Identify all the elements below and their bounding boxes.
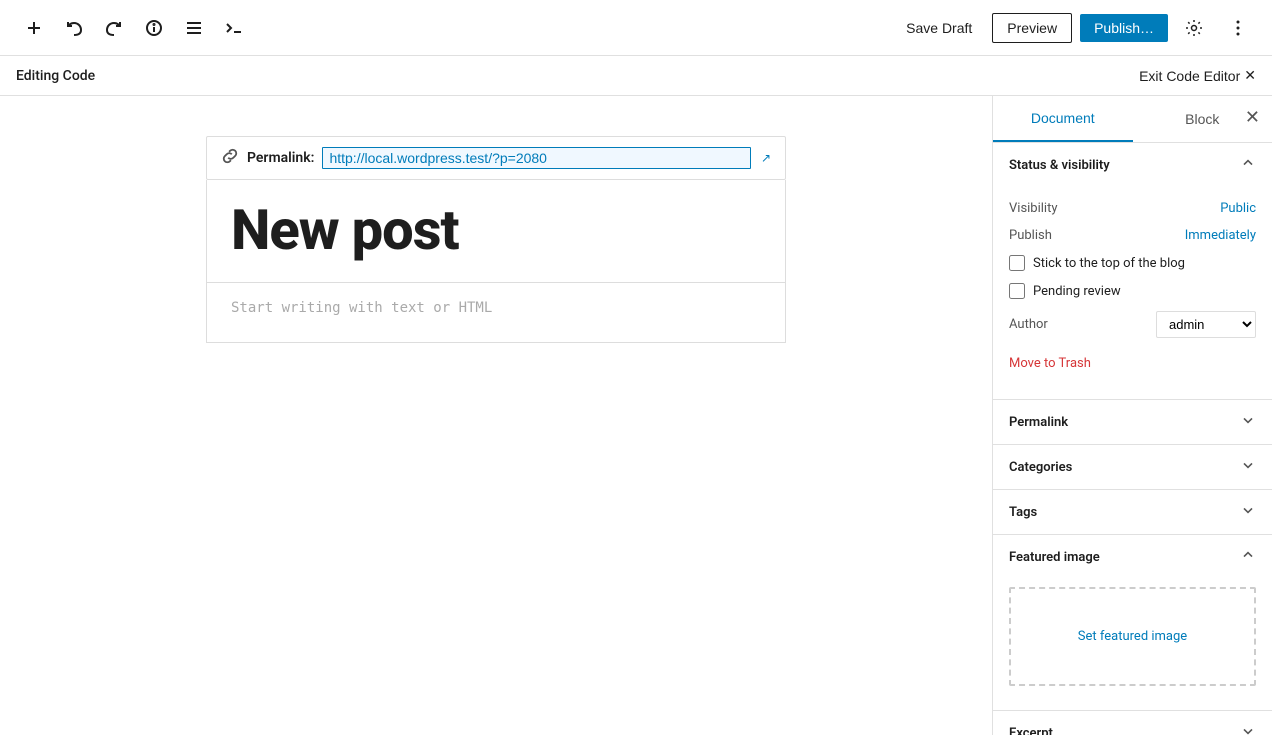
content-placeholder: Start writing with text or HTML: [231, 300, 492, 316]
set-featured-image-button[interactable]: Set featured image: [1009, 587, 1256, 686]
exit-code-label: Exit Code Editor: [1139, 68, 1240, 84]
status-visibility-header[interactable]: Status & visibility: [993, 143, 1272, 187]
status-visibility-title: Status & visibility: [1009, 158, 1110, 173]
more-options-button[interactable]: [1220, 10, 1256, 46]
main-area: Permalink: ↗ New post Start writing with…: [0, 96, 1272, 735]
permalink-bar: Permalink: ↗: [206, 136, 786, 180]
post-title: New post: [231, 200, 761, 262]
stick-to-top-label: Stick to the top of the blog: [1033, 256, 1185, 271]
sidebar: Document Block ✕ Status & visibility Vis…: [992, 96, 1272, 735]
visibility-label: Visibility: [1009, 201, 1058, 216]
excerpt-title: Excerpt: [1009, 726, 1053, 735]
featured-image-content: Set featured image: [993, 579, 1272, 710]
featured-image-header[interactable]: Featured image: [993, 535, 1272, 579]
categories-title: Categories: [1009, 460, 1072, 475]
author-select[interactable]: admin: [1156, 311, 1256, 338]
tags-title: Tags: [1009, 505, 1037, 520]
pending-review-label: Pending review: [1033, 284, 1121, 299]
pending-review-checkbox[interactable]: [1009, 283, 1025, 299]
subbar: Editing Code Exit Code Editor ✕: [0, 56, 1272, 96]
toolbar: Save Draft Preview Publish…: [0, 0, 1272, 56]
permalink-input[interactable]: [322, 147, 750, 169]
status-visibility-content: Visibility Public Publish Immediately St…: [993, 187, 1272, 399]
toolbar-right: Save Draft Preview Publish…: [894, 10, 1256, 46]
pending-review-row: Pending review: [1009, 277, 1256, 305]
redo-button[interactable]: [96, 10, 132, 46]
editor-area: Permalink: ↗ New post Start writing with…: [0, 96, 992, 735]
link-icon: [221, 147, 239, 169]
publish-button[interactable]: Publish…: [1080, 14, 1168, 42]
toolbar-left: [16, 10, 252, 46]
sidebar-tabs: Document Block ✕: [993, 96, 1272, 143]
tags-chevron-down: [1240, 502, 1256, 522]
status-visibility-section: Status & visibility Visibility Public Pu…: [993, 143, 1272, 400]
list-view-button[interactable]: [176, 10, 212, 46]
undo-button[interactable]: [56, 10, 92, 46]
info-button[interactable]: [136, 10, 172, 46]
featured-image-title: Featured image: [1009, 550, 1100, 565]
publish-value[interactable]: Immediately: [1185, 228, 1256, 243]
stick-to-top-checkbox[interactable]: [1009, 255, 1025, 271]
stick-to-top-row: Stick to the top of the blog: [1009, 249, 1256, 277]
permalink-section: Permalink: [993, 400, 1272, 445]
visibility-value[interactable]: Public: [1220, 201, 1256, 216]
categories-chevron-down: [1240, 457, 1256, 477]
save-draft-button[interactable]: Save Draft: [894, 14, 984, 42]
excerpt-section-header[interactable]: Excerpt: [993, 711, 1272, 735]
excerpt-chevron-down: [1240, 723, 1256, 735]
content-block[interactable]: Start writing with text or HTML: [206, 283, 786, 343]
featured-image-section: Featured image Set featured image: [993, 535, 1272, 711]
permalink-section-title: Permalink: [1009, 415, 1068, 430]
settings-button[interactable]: [1176, 10, 1212, 46]
publish-row: Publish Immediately: [1009, 222, 1256, 249]
add-block-button[interactable]: [16, 10, 52, 46]
categories-section: Categories: [993, 445, 1272, 490]
title-block[interactable]: New post: [206, 180, 786, 283]
preview-button[interactable]: Preview: [992, 13, 1072, 43]
move-to-trash-link[interactable]: Move to Trash: [1009, 350, 1091, 377]
author-label: Author: [1009, 317, 1048, 332]
permalink-section-header[interactable]: Permalink: [993, 400, 1272, 444]
editing-code-label: Editing Code: [16, 68, 95, 84]
categories-section-header[interactable]: Categories: [993, 445, 1272, 489]
tab-document[interactable]: Document: [993, 96, 1133, 142]
exit-code-editor-button[interactable]: Exit Code Editor ✕: [1139, 67, 1256, 84]
external-link-icon: ↗: [761, 151, 771, 165]
tags-section-header[interactable]: Tags: [993, 490, 1272, 534]
author-row: Author admin: [1009, 305, 1256, 344]
tags-section: Tags: [993, 490, 1272, 535]
permalink-label: Permalink:: [247, 150, 314, 166]
publish-label: Publish: [1009, 228, 1052, 243]
permalink-chevron-down: [1240, 412, 1256, 432]
excerpt-section: Excerpt: [993, 711, 1272, 735]
status-visibility-chevron-up: [1240, 155, 1256, 175]
code-editor-button[interactable]: [216, 10, 252, 46]
featured-image-chevron-up: [1240, 547, 1256, 567]
exit-close-icon: ✕: [1244, 67, 1256, 84]
sidebar-close-button[interactable]: ✕: [1245, 108, 1260, 126]
visibility-row: Visibility Public: [1009, 195, 1256, 222]
